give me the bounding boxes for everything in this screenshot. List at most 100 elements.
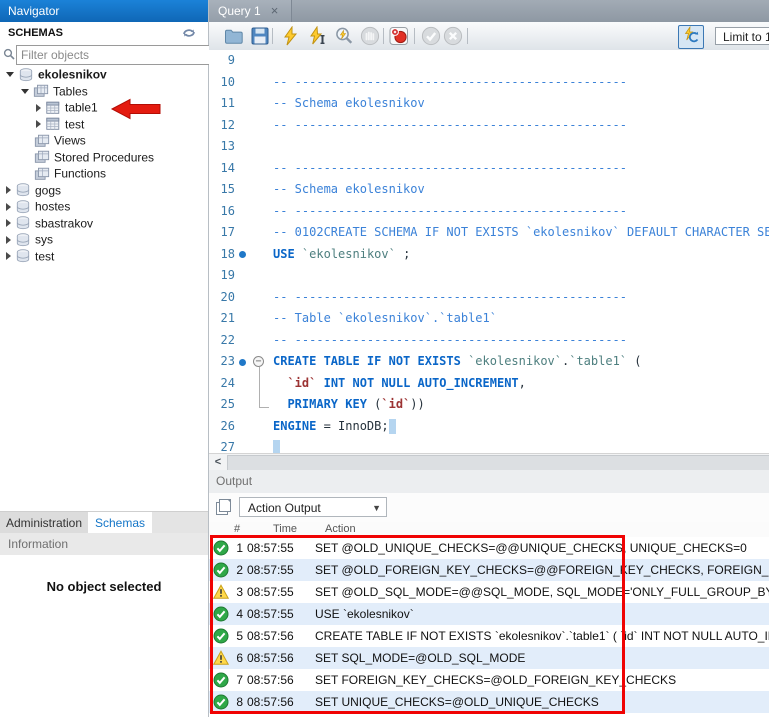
success-check-icon	[213, 606, 229, 622]
schema-icon	[15, 199, 35, 213]
output-table-body: 108:57:55SET @OLD_UNIQUE_CHECKS=@@UNIQUE…	[209, 537, 769, 713]
tree-item-hostes[interactable]: hostes	[0, 198, 208, 215]
row-action-text: SET @OLD_UNIQUE_CHECKS=@@UNIQUE_CHECKS, …	[315, 537, 769, 559]
warning-triangle-icon	[213, 650, 229, 666]
code-text: `id` INT NOT NULL AUTO_INCREMENT,	[273, 373, 526, 395]
table-icon	[45, 100, 65, 114]
execute-script-icon[interactable]	[280, 26, 300, 46]
tree-item-views[interactable]: Views	[0, 132, 208, 149]
output-row-2[interactable]: 208:57:55SET @OLD_FOREIGN_KEY_CHECKS=@@F…	[209, 559, 769, 581]
output-row-8[interactable]: 808:57:56SET UNIQUE_CHECKS=@OLD_UNIQUE_C…	[209, 691, 769, 713]
warning-triangle-icon	[213, 584, 229, 600]
toggle-stop-on-error-icon[interactable]	[389, 26, 409, 46]
tree-item-test[interactable]: test	[0, 116, 208, 133]
filter-objects-input[interactable]	[16, 45, 212, 65]
line-number: 15	[209, 179, 235, 201]
scroll-left-arrow[interactable]: <	[211, 455, 225, 469]
tree-item-sys[interactable]: sys	[0, 231, 208, 248]
tree-item-stored-procedures[interactable]: Stored Procedures	[0, 149, 208, 166]
output-title: Output	[216, 474, 257, 488]
line-number: 12	[209, 115, 235, 137]
output-row-7[interactable]: 708:57:56SET FOREIGN_KEY_CHECKS=@OLD_FOR…	[209, 669, 769, 691]
line-number: 21	[209, 308, 235, 330]
tab-query-1[interactable]: Query 1 ×	[209, 0, 292, 22]
line-number: 16	[209, 201, 235, 223]
row-action-text: SET @OLD_SQL_MODE=@@SQL_MODE, SQL_MODE='…	[315, 581, 769, 603]
tree-item-sbastrakov[interactable]: sbastrakov	[0, 215, 208, 232]
expander-open-icon[interactable]	[21, 89, 29, 94]
expander-closed-icon[interactable]	[6, 186, 11, 194]
row-time: 08:57:55	[247, 603, 294, 625]
query-tab-label: Query 1	[218, 4, 261, 18]
scrollbar-thumb[interactable]	[227, 455, 769, 471]
fold-guide-line	[259, 367, 269, 408]
editor-line-21: 21-- Table `ekolesnikov`.`table1`	[209, 308, 769, 330]
tree-item-functions[interactable]: Functions	[0, 165, 208, 182]
mysql-workbench-window: Navigator SCHEMAS ekolesnikovTablestable…	[0, 0, 769, 717]
editor-line-13: 13	[209, 136, 769, 158]
output-row-3[interactable]: 308:57:55SET @OLD_SQL_MODE=@@SQL_MODE, S…	[209, 581, 769, 603]
editor-line-11: 11-- Schema ekolesnikov	[209, 93, 769, 115]
stop-query-icon[interactable]	[360, 26, 380, 46]
output-row-4[interactable]: 408:57:55USE `ekolesnikov`	[209, 603, 769, 625]
expander-closed-icon[interactable]	[36, 104, 41, 112]
output-titlebar: Output	[209, 470, 769, 493]
tree-item-label: Tables	[53, 84, 88, 98]
column-header-action: Action	[325, 522, 356, 537]
expander-closed-icon[interactable]	[36, 120, 41, 128]
output-row-6[interactable]: 608:57:56SET SQL_MODE=@OLD_SQL_MODE	[209, 647, 769, 669]
open-script-icon[interactable]	[224, 26, 244, 46]
row-action-text: CREATE TABLE IF NOT EXISTS `ekolesnikov`…	[315, 625, 769, 647]
row-time: 08:57:55	[247, 559, 294, 581]
fold-collapse-icon[interactable]: −	[253, 356, 264, 367]
code-text: USE `ekolesnikov` ;	[273, 244, 410, 266]
output-type-dropdown[interactable]: Action Output ▼	[239, 497, 387, 517]
statement-marker-dot	[239, 359, 246, 366]
editor-line-19: 19	[209, 265, 769, 287]
refresh-schemas-icon[interactable]	[180, 25, 198, 41]
commit-icon[interactable]	[421, 26, 441, 46]
tree-item-label: Views	[54, 134, 86, 148]
editor-line-9: 9	[209, 50, 769, 72]
tree-item-label: hostes	[35, 200, 70, 214]
navigator-titlebar: Navigator	[0, 0, 208, 22]
row-time: 08:57:56	[247, 625, 294, 647]
line-number: 13	[209, 136, 235, 158]
execute-current-statement-icon[interactable]	[307, 26, 327, 46]
save-script-icon[interactable]	[250, 26, 270, 46]
explain-statement-icon[interactable]	[334, 26, 354, 46]
expander-open-icon[interactable]	[6, 72, 14, 77]
code-text: -- -------------------------------------…	[273, 158, 627, 180]
limit-rows-dropdown[interactable]: Limit to 1000 rows ▼	[715, 27, 769, 45]
rollback-icon[interactable]	[443, 26, 463, 46]
editor-line-22: 22-- -----------------------------------…	[209, 330, 769, 352]
tree-item-table1[interactable]: table1	[0, 99, 208, 116]
schemas-section-header: SCHEMAS	[0, 22, 208, 44]
row-number: 8	[231, 691, 243, 713]
tree-item-tables[interactable]: Tables	[0, 83, 208, 100]
tab-schemas[interactable]: Schemas	[88, 512, 152, 534]
expander-closed-icon[interactable]	[6, 203, 11, 211]
expander-closed-icon[interactable]	[6, 219, 11, 227]
expander-closed-icon[interactable]	[6, 252, 11, 260]
tree-item-test[interactable]: test	[0, 248, 208, 265]
column-header-time: Time	[273, 522, 297, 537]
navigator-panel: Navigator SCHEMAS ekolesnikovTablestable…	[0, 0, 209, 717]
tree-item-gogs[interactable]: gogs	[0, 182, 208, 199]
close-tab-icon[interactable]: ×	[271, 3, 279, 18]
expander-closed-icon[interactable]	[6, 236, 11, 244]
editor-horizontal-scrollbar[interactable]: <	[209, 453, 769, 471]
output-row-5[interactable]: 508:57:56CREATE TABLE IF NOT EXISTS `eko…	[209, 625, 769, 647]
tree-item-label: test	[65, 117, 84, 131]
line-number: 25	[209, 394, 235, 416]
toggle-autocommit-icon[interactable]	[678, 25, 704, 49]
editor-line-12: 12-- -----------------------------------…	[209, 115, 769, 137]
sql-code-editor[interactable]: 910-- ----------------------------------…	[209, 50, 769, 453]
code-text: -- Schema ekolesnikov	[273, 179, 425, 201]
tab-administration[interactable]: Administration	[0, 512, 88, 534]
tree-item-ekolesnikov[interactable]: ekolesnikov	[0, 66, 208, 83]
output-row-1[interactable]: 108:57:55SET @OLD_UNIQUE_CHECKS=@@UNIQUE…	[209, 537, 769, 559]
row-number: 6	[231, 647, 243, 669]
code-text: PRIMARY KEY (`id`))	[273, 394, 425, 416]
line-number: 19	[209, 265, 235, 287]
